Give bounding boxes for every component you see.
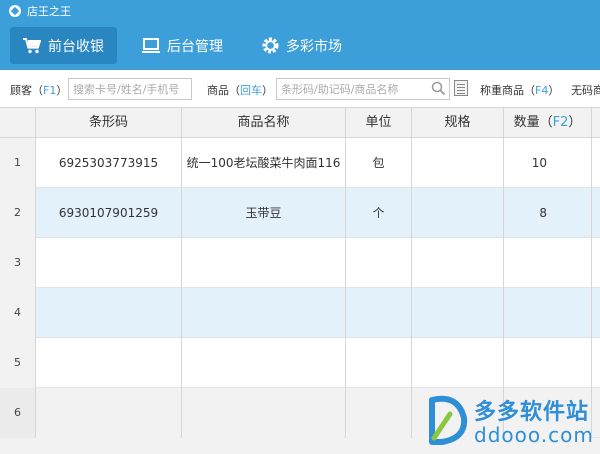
nav-back-office[interactable]: 后台管理 [142,27,242,64]
unit-cell[interactable] [346,388,412,438]
customer-label: 顾客（F1） [10,84,68,97]
nav-market[interactable]: 多彩市场 [262,27,362,64]
row-index: 1 [0,138,36,188]
spec-cell[interactable] [412,138,504,188]
qty-cell[interactable]: 8 [504,188,592,238]
title-bar: 店王之王 [0,0,600,22]
unit-cell[interactable] [346,288,412,338]
row-index: 2 [0,188,36,238]
watermark-name: 多多软件站 [474,400,590,425]
no-code-products-label[interactable]: 无码商 [571,82,600,98]
name-cell[interactable] [182,288,346,338]
unit-cell[interactable] [346,338,412,388]
nav-front-checkout[interactable]: 前台收银 [10,27,117,64]
app-logo-icon [9,5,21,17]
table-row[interactable]: 2 6930107901259 玉带豆 个 8 [0,188,600,238]
row-index: 3 [0,238,36,288]
name-cell[interactable]: 统一100老坛酸菜牛肉面116 [182,138,346,188]
watermark-logo-icon [429,395,468,445]
qty-cell[interactable] [504,338,592,388]
qty-cell[interactable] [504,238,592,288]
gear-icon [262,37,279,54]
index-column-header [0,108,36,138]
row-index: 4 [0,288,36,338]
nav-label: 多彩市场 [286,38,342,55]
row-index: 5 [0,338,36,388]
table-row[interactable]: 4 [0,288,600,338]
product-label: 商品（回车） [207,84,273,97]
monitor-icon [142,37,160,54]
unit-cell[interactable]: 个 [346,188,412,238]
nav-label: 前台收银 [48,38,104,55]
barcode-cell[interactable]: 6925303773915 [36,138,182,188]
qty-cell[interactable] [504,288,592,338]
barcode-column-header[interactable]: 条形码 [36,108,182,138]
spec-column-header[interactable]: 规格 [412,108,504,138]
cart-icon [23,37,41,54]
spec-cell[interactable] [412,288,504,338]
name-cell[interactable]: 玉带豆 [182,188,346,238]
qty-cell[interactable]: 10 [504,138,592,188]
name-cell[interactable] [182,388,346,438]
name-column-header[interactable]: 商品名称 [182,108,346,138]
table-row[interactable]: 5 [0,338,600,388]
unit-column-header[interactable]: 单位 [346,108,412,138]
unit-cell[interactable]: 包 [346,138,412,188]
spec-cell[interactable] [412,238,504,288]
table-row[interactable]: 1 6925303773915 统一100老坛酸菜牛肉面116 包 10 [0,138,600,188]
barcode-cell[interactable] [36,288,182,338]
nav-label: 后台管理 [167,38,223,55]
qty-column-header[interactable]: 数量（F2） [504,108,592,138]
customer-search-input[interactable] [68,78,192,100]
barcode-cell[interactable]: 6930107901259 [36,188,182,238]
unit-cell[interactable] [346,238,412,288]
name-cell[interactable] [182,338,346,388]
main-nav: 前台收银 后台管理 多彩市场 [0,22,600,70]
table-row[interactable]: 3 [0,238,600,288]
search-toolbar: 顾客（F1） 商品（回车） 称重商品（F4） 无码商 [0,70,600,108]
row-index: 6 [0,388,36,438]
barcode-cell[interactable] [36,388,182,438]
app-title: 店王之王 [27,5,71,18]
grid-header: 条形码 商品名称 单位 规格 数量（F2） [0,108,600,138]
spec-cell[interactable] [412,338,504,388]
barcode-cell[interactable] [36,238,182,288]
product-search-input[interactable] [276,78,450,100]
product-list-icon[interactable] [454,80,468,96]
spec-cell[interactable] [412,188,504,238]
site-watermark: 多多软件站 ddooo.com [428,390,598,450]
barcode-cell[interactable] [36,338,182,388]
watermark-url: ddooo.com [474,423,594,447]
weigh-products-label[interactable]: 称重商品（F4） [480,82,559,98]
name-cell[interactable] [182,238,346,288]
search-icon[interactable] [431,81,446,96]
